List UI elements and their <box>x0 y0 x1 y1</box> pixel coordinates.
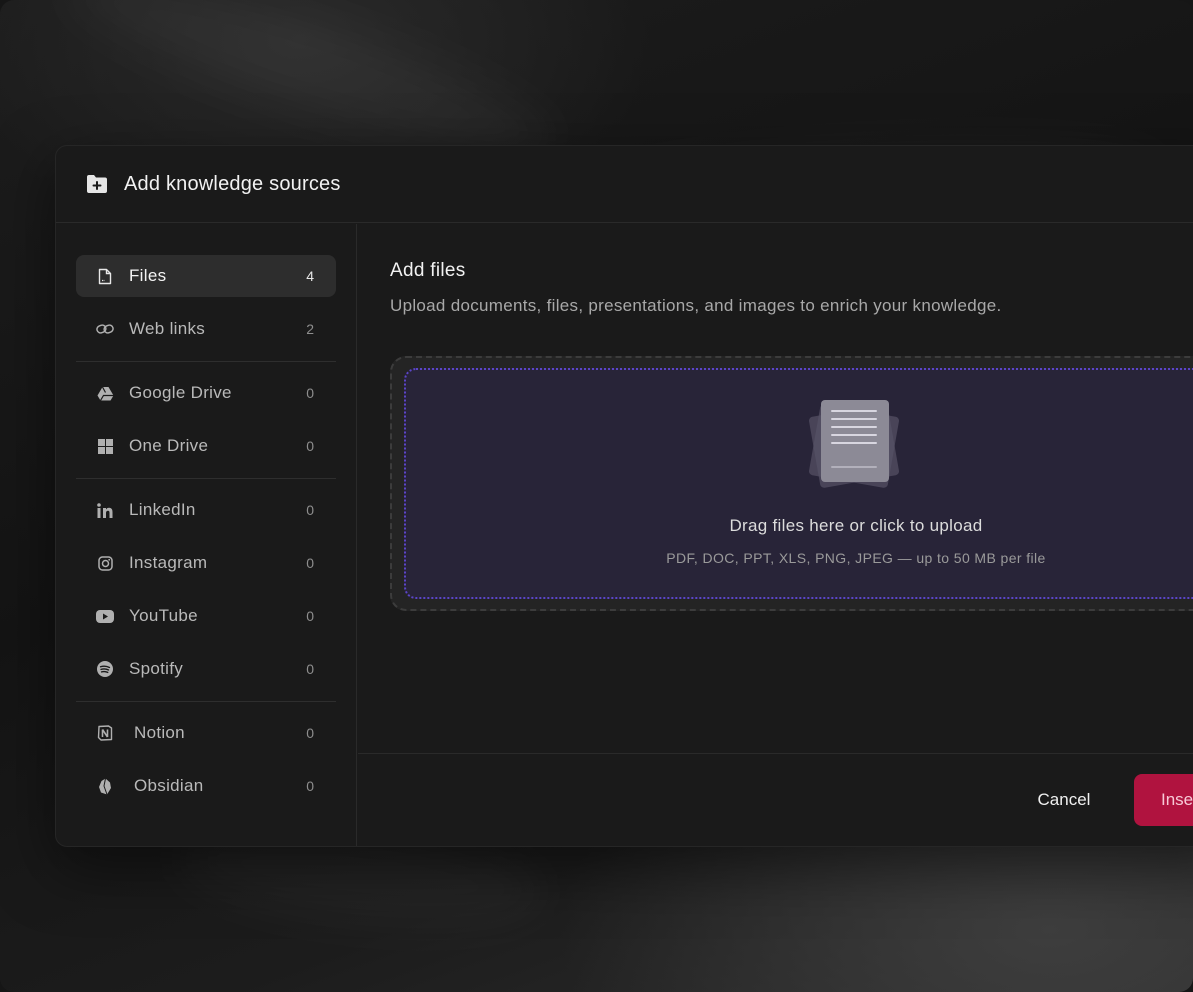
windows-icon <box>96 437 114 455</box>
sidebar-item-count: 0 <box>306 661 314 677</box>
knowledge-sources-dialog: Add knowledge sources Files 4 Web links … <box>55 145 1193 847</box>
sidebar-item-label: Google Drive <box>129 383 232 402</box>
sidebar-item-one-drive[interactable]: One Drive 0 <box>76 425 336 467</box>
sidebar-item-label: Notion <box>134 723 185 742</box>
sidebar-item-count: 0 <box>306 725 314 741</box>
section-title: Add files <box>390 260 466 281</box>
sidebar-item-spotify[interactable]: Spotify 0 <box>76 648 336 690</box>
sidebar-item-count: 0 <box>306 555 314 571</box>
sidebar-item-label: Obsidian <box>134 776 204 795</box>
sidebar-item-count: 0 <box>306 438 314 454</box>
sidebar-item-label: Files <box>129 266 167 285</box>
google-drive-icon <box>96 384 114 402</box>
file-icon <box>96 267 114 285</box>
sidebar-item-label: One Drive <box>129 436 209 455</box>
sidebar-item-youtube[interactable]: YouTube 0 <box>76 595 336 637</box>
sidebar-item-web-links[interactable]: Web links 2 <box>76 308 336 350</box>
insert-button[interactable]: Insert <box>1134 774 1193 826</box>
notion-icon <box>96 724 114 742</box>
upload-dropzone[interactable]: Drag files here or click to upload PDF, … <box>404 368 1193 599</box>
youtube-icon <box>96 607 114 625</box>
sidebar-item-notion[interactable]: Notion 0 <box>76 712 336 754</box>
sidebar-item-label: Instagram <box>129 553 208 572</box>
sidebar-item-count: 0 <box>306 502 314 518</box>
dropzone-subtitle: PDF, DOC, PPT, XLS, PNG, JPEG — up to 50… <box>666 550 1046 566</box>
dropzone-title: Drag files here or click to upload <box>729 516 983 535</box>
sidebar-item-label: LinkedIn <box>129 500 196 519</box>
dialog-footer: Cancel Insert <box>358 753 1193 846</box>
sidebar-divider <box>76 361 336 362</box>
dropzone-frame: Drag files here or click to upload PDF, … <box>390 356 1193 611</box>
sidebar-item-count: 2 <box>306 321 314 337</box>
sidebar-item-linkedin[interactable]: LinkedIn 0 <box>76 489 336 531</box>
link-icon <box>96 320 114 338</box>
sidebar-item-count: 0 <box>306 778 314 794</box>
section-description: Upload documents, files, presentations, … <box>390 296 1002 315</box>
dialog-header: Add knowledge sources <box>56 146 1193 223</box>
main-panel: Add files Upload documents, files, prese… <box>358 224 1193 754</box>
documents-stack-icon <box>806 398 910 494</box>
folder-plus-icon <box>86 173 108 195</box>
spotify-icon <box>96 660 114 678</box>
sidebar-item-label: YouTube <box>129 606 198 625</box>
sidebar-divider <box>76 701 336 702</box>
sidebar-item-count: 0 <box>306 385 314 401</box>
sidebar-item-obsidian[interactable]: Obsidian 0 <box>76 765 336 807</box>
sidebar-item-label: Web links <box>129 319 206 338</box>
sidebar-item-google-drive[interactable]: Google Drive 0 <box>76 372 336 414</box>
sidebar-divider <box>76 478 336 479</box>
sidebar-item-count: 4 <box>306 268 314 284</box>
sidebar-item-instagram[interactable]: Instagram 0 <box>76 542 336 584</box>
instagram-icon <box>96 554 114 572</box>
sources-sidebar: Files 4 Web links 2 Google Drive 0 One D… <box>56 224 357 846</box>
background: Add knowledge sources Files 4 Web links … <box>0 0 1193 992</box>
linkedin-icon <box>96 501 114 519</box>
dialog-title: Add knowledge sources <box>124 172 341 195</box>
sidebar-item-label: Spotify <box>129 659 184 678</box>
sidebar-item-count: 0 <box>306 608 314 624</box>
cancel-button[interactable]: Cancel <box>1018 774 1110 826</box>
sidebar-item-files[interactable]: Files 4 <box>76 255 336 297</box>
obsidian-icon <box>96 777 114 795</box>
